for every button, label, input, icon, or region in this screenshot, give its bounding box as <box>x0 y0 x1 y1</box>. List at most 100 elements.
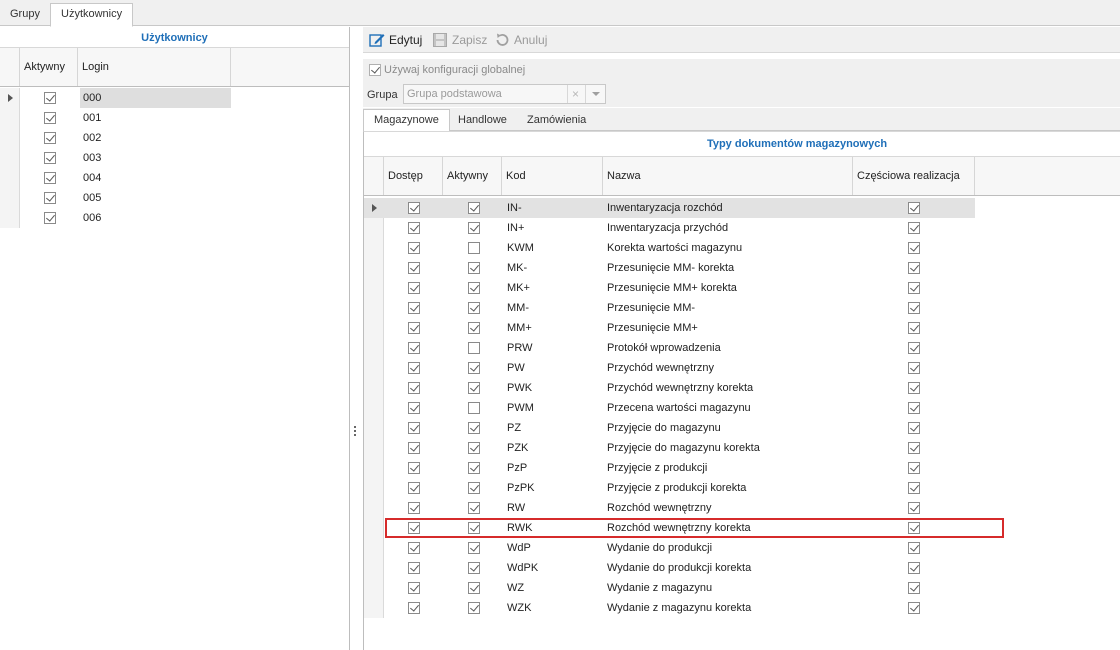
name-cell[interactable]: Inwentaryzacja rozchód <box>604 198 853 218</box>
header-access[interactable]: Dostęp <box>384 157 443 195</box>
partial-checkbox[interactable] <box>908 322 920 334</box>
table-row[interactable]: MM+ Przesunięcie MM+ <box>364 318 975 338</box>
table-row[interactable]: MK- Przesunięcie MM- korekta <box>364 258 975 278</box>
access-checkbox[interactable] <box>408 562 420 574</box>
name-cell[interactable]: Przyjęcie z produkcji <box>604 458 853 478</box>
name-cell[interactable]: Wydanie z magazynu korekta <box>604 598 853 618</box>
access-checkbox[interactable] <box>408 282 420 294</box>
table-row[interactable]: 002 <box>0 128 231 148</box>
active-checkbox[interactable] <box>468 322 480 334</box>
code-cell[interactable]: RW <box>504 498 603 518</box>
table-row[interactable]: 003 <box>0 148 231 168</box>
active-checkbox[interactable] <box>468 222 480 234</box>
partial-checkbox[interactable] <box>908 542 920 554</box>
table-row[interactable]: 005 <box>0 188 231 208</box>
active-checkbox[interactable] <box>468 342 480 354</box>
table-row[interactable]: 004 <box>0 168 231 188</box>
table-row[interactable]: 006 <box>0 208 231 228</box>
access-checkbox[interactable] <box>408 362 420 374</box>
table-row[interactable]: WdPK Wydanie do produkcji korekta <box>364 558 975 578</box>
active-checkbox[interactable] <box>44 212 56 224</box>
name-cell[interactable]: Inwentaryzacja przychód <box>604 218 853 238</box>
active-checkbox[interactable] <box>44 112 56 124</box>
code-cell[interactable]: PWK <box>504 378 603 398</box>
access-checkbox[interactable] <box>408 462 420 474</box>
name-cell[interactable]: Rozchód wewnętrzny <box>604 498 853 518</box>
code-cell[interactable]: MM+ <box>504 318 603 338</box>
partial-checkbox[interactable] <box>908 202 920 214</box>
name-cell[interactable]: Przecena wartości magazynu <box>604 398 853 418</box>
group-combobox[interactable]: Grupa podstawowa × <box>403 84 606 104</box>
active-checkbox[interactable] <box>468 602 480 614</box>
header-code[interactable]: Kod <box>502 157 603 195</box>
code-cell[interactable]: PW <box>504 358 603 378</box>
name-cell[interactable]: Przychód wewnętrzny korekta <box>604 378 853 398</box>
active-checkbox[interactable] <box>468 262 480 274</box>
partial-checkbox[interactable] <box>908 242 920 254</box>
table-row[interactable]: PWK Przychód wewnętrzny korekta <box>364 378 975 398</box>
active-checkbox[interactable] <box>468 562 480 574</box>
partial-checkbox[interactable] <box>908 502 920 514</box>
code-cell[interactable]: PZK <box>504 438 603 458</box>
header-name[interactable]: Nazwa <box>603 157 853 195</box>
active-checkbox[interactable] <box>44 152 56 164</box>
code-cell[interactable]: PZ <box>504 418 603 438</box>
code-cell[interactable]: PzP <box>504 458 603 478</box>
partial-checkbox[interactable] <box>908 582 920 594</box>
partial-checkbox[interactable] <box>908 482 920 494</box>
partial-checkbox[interactable] <box>908 382 920 394</box>
login-cell[interactable]: 002 <box>80 128 231 148</box>
login-cell[interactable]: 001 <box>80 108 231 128</box>
login-cell[interactable]: 006 <box>80 208 231 228</box>
partial-checkbox[interactable] <box>908 222 920 234</box>
name-cell[interactable]: Korekta wartości magazynu <box>604 238 853 258</box>
code-cell[interactable]: WZ <box>504 578 603 598</box>
name-cell[interactable]: Przychód wewnętrzny <box>604 358 853 378</box>
partial-checkbox[interactable] <box>908 302 920 314</box>
partial-checkbox[interactable] <box>908 282 920 294</box>
partial-checkbox[interactable] <box>908 362 920 374</box>
save-button[interactable]: Zapisz <box>432 30 487 50</box>
access-checkbox[interactable] <box>408 602 420 614</box>
name-cell[interactable]: Protokół wprowadzenia <box>604 338 853 358</box>
active-checkbox[interactable] <box>44 172 56 184</box>
access-checkbox[interactable] <box>408 242 420 254</box>
active-checkbox[interactable] <box>468 442 480 454</box>
partial-checkbox[interactable] <box>908 342 920 354</box>
table-row[interactable]: RW Rozchód wewnętrzny <box>364 498 975 518</box>
access-checkbox[interactable] <box>408 482 420 494</box>
header-partial[interactable]: Częściowa realizacja <box>853 157 975 195</box>
edit-button[interactable]: Edytuj <box>369 30 422 50</box>
name-cell[interactable]: Przyjęcie do magazynu korekta <box>604 438 853 458</box>
name-cell[interactable]: Wydanie do produkcji <box>604 538 853 558</box>
code-cell[interactable]: MM- <box>504 298 603 318</box>
access-checkbox[interactable] <box>408 382 420 394</box>
table-row[interactable]: PzP Przyjęcie z produkcji <box>364 458 975 478</box>
table-row[interactable]: IN+ Inwentaryzacja przychód <box>364 218 975 238</box>
partial-checkbox[interactable] <box>908 262 920 274</box>
active-checkbox[interactable] <box>468 242 480 254</box>
access-checkbox[interactable] <box>408 342 420 354</box>
table-row[interactable]: PW Przychód wewnętrzny <box>364 358 975 378</box>
access-checkbox[interactable] <box>408 302 420 314</box>
access-checkbox[interactable] <box>408 502 420 514</box>
table-row[interactable]: PZK Przyjęcie do magazynu korekta <box>364 438 975 458</box>
tab-uzytkownicy[interactable]: Użytkownicy <box>50 3 134 27</box>
active-checkbox[interactable] <box>468 202 480 214</box>
table-row[interactable]: WZK Wydanie z magazynu korekta <box>364 598 975 618</box>
code-cell[interactable]: IN- <box>504 198 603 218</box>
table-row[interactable]: MK+ Przesunięcie MM+ korekta <box>364 278 975 298</box>
access-checkbox[interactable] <box>408 442 420 454</box>
use-global-checkbox[interactable] <box>369 64 381 76</box>
access-checkbox[interactable] <box>408 582 420 594</box>
active-checkbox[interactable] <box>468 282 480 294</box>
access-checkbox[interactable] <box>408 542 420 554</box>
code-cell[interactable]: WdPK <box>504 558 603 578</box>
login-cell[interactable]: 000 <box>80 88 231 108</box>
code-cell[interactable]: MK+ <box>504 278 603 298</box>
active-checkbox[interactable] <box>44 92 56 104</box>
name-cell[interactable]: Przyjęcie z produkcji korekta <box>604 478 853 498</box>
login-cell[interactable]: 003 <box>80 148 231 168</box>
active-checkbox[interactable] <box>44 192 56 204</box>
partial-checkbox[interactable] <box>908 462 920 474</box>
